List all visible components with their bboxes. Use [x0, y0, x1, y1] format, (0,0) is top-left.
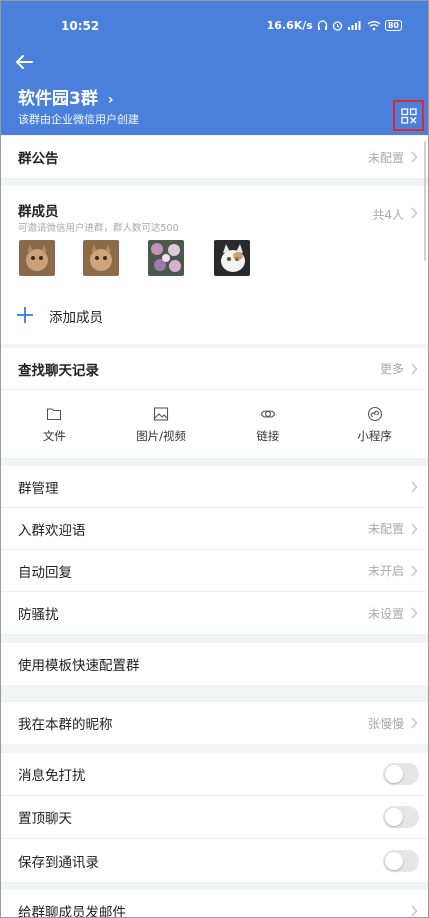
search-chat-history-row[interactable]: 查找聊天记录 更多	[1, 348, 428, 390]
anti-harassment-row[interactable]: 防骚扰 未设置	[1, 592, 428, 634]
row-label: 自动回复	[18, 564, 72, 581]
chevron-right-icon	[411, 565, 418, 576]
link-icon	[260, 410, 275, 418]
row-value: 未配置	[367, 522, 404, 536]
row-value: 未开启	[367, 564, 404, 578]
members-header[interactable]: 群成员 可邀请微信用户进群，群人数可达500 共4人	[1, 186, 428, 234]
mute-toggle[interactable]	[383, 763, 419, 785]
alarm-icon	[332, 21, 343, 31]
row-label: 消息免打扰	[18, 768, 86, 784]
chat-history-section: 查找聊天记录 更多 文件 图片/视频 链接 小程序	[1, 348, 428, 458]
chat-history-more: 更多	[379, 362, 404, 376]
toggle-knob	[385, 808, 403, 826]
row-label: 群管理	[18, 480, 59, 497]
qr-code-icon	[400, 107, 417, 124]
net-speed: 16.6K/s	[266, 19, 313, 32]
row-label: 给群聊成员发邮件	[18, 905, 126, 918]
tool-label: 图片/视频	[136, 429, 187, 443]
members-section: 群成员 可邀请微信用户进群，群人数可达500 共4人 添加成员	[1, 186, 428, 344]
row-label: 防骚扰	[18, 607, 59, 623]
pin-toggle[interactable]	[383, 806, 419, 828]
scrollbar[interactable]	[424, 141, 426, 261]
row-label: 置顶聊天	[18, 811, 72, 827]
nickname-section: 我在本群的昵称 张慢慢	[1, 702, 428, 744]
email-section: 给群聊成员发邮件	[1, 890, 428, 918]
member-avatars	[1, 232, 428, 294]
tool-label: 链接	[256, 429, 280, 443]
chat-history-label: 查找聊天记录	[18, 362, 99, 379]
mini-program-icon	[367, 406, 382, 422]
toggle-knob	[385, 851, 403, 870]
header: 10:52 16.6K/s 80 软件园3群 › 该群由企业微信用户创建	[1, 1, 428, 135]
chevron-right-icon	[411, 607, 418, 619]
qr-code-button[interactable]	[393, 100, 424, 131]
chevron-right-icon	[411, 523, 418, 534]
members-label: 群成员	[18, 204, 59, 220]
tool-files[interactable]: 文件	[1, 390, 108, 458]
avatar[interactable]	[83, 240, 119, 276]
management-section: 群管理 入群欢迎语 未配置 自动回复 未开启 防骚扰 未设置	[1, 466, 428, 634]
row-label: 入群欢迎语	[18, 522, 86, 539]
chevron-right-icon: ›	[107, 92, 114, 108]
chevron-right-icon	[411, 905, 418, 917]
tool-links[interactable]: 链接	[215, 390, 322, 458]
wifi-icon	[367, 21, 381, 31]
pin-chat-row: 置顶聊天	[1, 796, 428, 839]
battery-icon: 80	[384, 20, 402, 31]
chevron-right-icon	[411, 207, 418, 219]
announcement-row[interactable]: 群公告 未配置	[1, 136, 428, 178]
group-manage-row[interactable]: 群管理	[1, 466, 428, 508]
avatar[interactable]	[19, 240, 55, 276]
announcement-section: 群公告 未配置	[1, 136, 428, 178]
row-value: 未设置	[367, 606, 404, 621]
row-label: 使用模板快速配置群	[18, 658, 140, 674]
group-name: 软件园3群	[18, 89, 98, 109]
members-count: 共4人	[372, 208, 404, 222]
tool-images[interactable]: 图片/视频	[108, 390, 215, 458]
screen: 10:52 16.6K/s 80 软件园3群 › 该群由企业微信用户创建 群公告…	[0, 0, 429, 918]
save-contacts-toggle[interactable]	[383, 849, 419, 872]
row-label: 保存到通讯录	[18, 854, 99, 871]
chevron-right-icon	[411, 717, 418, 729]
headphone-icon	[317, 20, 328, 30]
group-title[interactable]: 软件园3群 ›	[18, 84, 114, 109]
toggle-knob	[385, 765, 403, 783]
template-config-row[interactable]: 使用模板快速配置群	[1, 643, 428, 685]
template-section: 使用模板快速配置群	[1, 643, 428, 685]
back-arrow-icon[interactable]	[13, 51, 35, 73]
avatar[interactable]	[214, 240, 250, 276]
folder-icon	[47, 408, 62, 421]
welcome-message-row[interactable]: 入群欢迎语 未配置	[1, 508, 428, 550]
row-value: 张慢慢	[367, 716, 404, 731]
auto-reply-row[interactable]: 自动回复 未开启	[1, 550, 428, 592]
tool-label: 小程序	[357, 429, 392, 443]
save-contacts-row: 保存到通讯录	[1, 839, 428, 882]
status-time: 10:52	[61, 19, 100, 33]
tool-mini-programs[interactable]: 小程序	[321, 390, 428, 458]
image-icon	[154, 407, 169, 421]
group-subtitle: 该群由企业微信用户创建	[18, 113, 139, 126]
add-member-button[interactable]: 添加成员	[1, 294, 428, 344]
row-label: 我在本群的昵称	[18, 717, 113, 733]
add-member-label: 添加成员	[49, 310, 103, 326]
chevron-right-icon	[411, 363, 418, 374]
mute-notifications-row: 消息免打扰	[1, 753, 428, 796]
plus-icon	[17, 307, 33, 323]
status-icons: 16.6K/s 80	[267, 19, 402, 32]
chevron-right-icon	[411, 151, 418, 163]
tool-label: 文件	[42, 429, 66, 443]
email-members-row[interactable]: 给群聊成员发邮件	[1, 890, 428, 918]
announcement-label: 群公告	[18, 151, 59, 167]
chevron-right-icon	[411, 481, 418, 492]
signal-icon	[347, 21, 361, 30]
avatar[interactable]	[148, 240, 184, 276]
toggles-section: 消息免打扰 置顶聊天 保存到通讯录	[1, 753, 428, 882]
announcement-value: 未配置	[367, 150, 404, 165]
chat-history-tools: 文件 图片/视频 链接 小程序	[1, 390, 428, 458]
my-nickname-row[interactable]: 我在本群的昵称 张慢慢	[1, 702, 428, 744]
